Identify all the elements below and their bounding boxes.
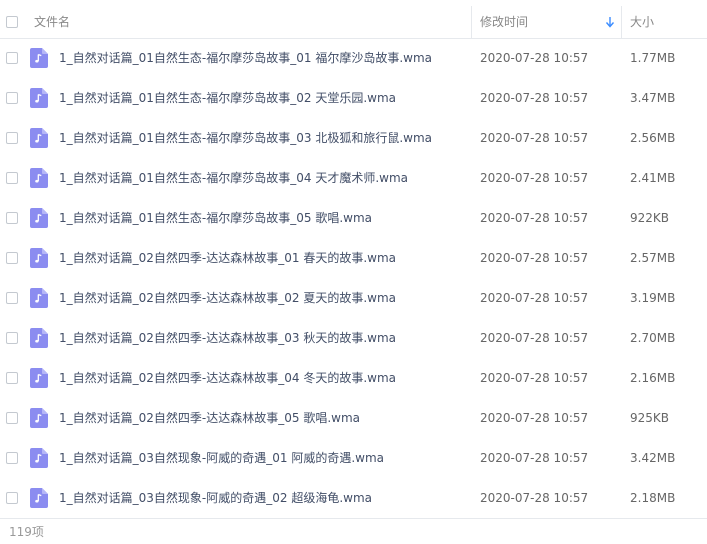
file-row[interactable]: 1_自然对话篇_03自然现象-阿威的奇遇_02 超级海龟.wma 2020-07…: [0, 478, 707, 518]
row-checkbox[interactable]: [6, 92, 18, 104]
file-modified-time: 2020-07-28 10:57: [480, 251, 589, 265]
file-size: 3.42MB: [630, 451, 676, 465]
select-all-checkbox[interactable]: [6, 16, 18, 28]
file-modified-time: 2020-07-28 10:57: [480, 331, 589, 345]
file-row[interactable]: 1_自然对话篇_01自然生态-福尔摩莎岛故事_04 天才魔术师.wma 2020…: [0, 158, 707, 198]
file-list: 文件名 修改时间 大小 1_自然对话篇_01自然生态-福尔摩莎岛故事_01 福尔…: [0, 0, 707, 544]
file-row[interactable]: 1_自然对话篇_02自然四季-达达森林故事_04 冬天的故事.wma 2020-…: [0, 358, 707, 398]
music-note-icon: [30, 88, 48, 108]
file-name[interactable]: 1_自然对话篇_01自然生态-福尔摩莎岛故事_03 北极狐和旅行鼠.wma: [59, 118, 432, 158]
file-row[interactable]: 1_自然对话篇_02自然四季-达达森林故事_03 秋天的故事.wma 2020-…: [0, 318, 707, 358]
file-name[interactable]: 1_自然对话篇_03自然现象-阿威的奇遇_02 超级海龟.wma: [59, 478, 372, 518]
file-name[interactable]: 1_自然对话篇_02自然四季-达达森林故事_03 秋天的故事.wma: [59, 318, 396, 358]
music-note-icon: [30, 328, 48, 348]
file-name[interactable]: 1_自然对话篇_01自然生态-福尔摩莎岛故事_04 天才魔术师.wma: [59, 158, 408, 198]
file-row[interactable]: 1_自然对话篇_02自然四季-达达森林故事_05 歌唱.wma 2020-07-…: [0, 398, 707, 438]
music-note-icon: [30, 408, 48, 428]
file-row[interactable]: 1_自然对话篇_03自然现象-阿威的奇遇_01 阿威的奇遇.wma 2020-0…: [0, 438, 707, 478]
row-checkbox[interactable]: [6, 252, 18, 264]
file-modified-time: 2020-07-28 10:57: [480, 131, 589, 145]
file-name[interactable]: 1_自然对话篇_02自然四季-达达森林故事_05 歌唱.wma: [59, 398, 360, 438]
file-size: 1.77MB: [630, 51, 676, 65]
file-row[interactable]: 1_自然对话篇_01自然生态-福尔摩莎岛故事_03 北极狐和旅行鼠.wma 20…: [0, 118, 707, 158]
file-modified-time: 2020-07-28 10:57: [480, 211, 589, 225]
music-note-icon: [30, 168, 48, 188]
file-size: 925KB: [630, 411, 670, 425]
music-note-icon: [30, 128, 48, 148]
footer-divider: [0, 518, 707, 519]
file-modified-time: 2020-07-28 10:57: [480, 51, 589, 65]
file-row[interactable]: 1_自然对话篇_01自然生态-福尔摩莎岛故事_01 福尔摩沙岛故事.wma 20…: [0, 38, 707, 78]
column-header-name[interactable]: 文件名: [34, 6, 70, 38]
column-header-modified-time[interactable]: 修改时间: [480, 6, 528, 38]
file-name[interactable]: 1_自然对话篇_01自然生态-福尔摩莎岛故事_02 天堂乐园.wma: [59, 78, 396, 118]
file-name[interactable]: 1_自然对话篇_02自然四季-达达森林故事_04 冬天的故事.wma: [59, 358, 396, 398]
row-checkbox[interactable]: [6, 132, 18, 144]
row-checkbox[interactable]: [6, 212, 18, 224]
row-checkbox[interactable]: [6, 332, 18, 344]
sort-down-arrow-icon[interactable]: [605, 16, 615, 28]
column-divider[interactable]: [471, 6, 472, 38]
file-size: 2.41MB: [630, 171, 676, 185]
file-row[interactable]: 1_自然对话篇_02自然四季-达达森林故事_02 夏天的故事.wma 2020-…: [0, 278, 707, 318]
file-modified-time: 2020-07-28 10:57: [480, 291, 589, 305]
file-row[interactable]: 1_自然对话篇_01自然生态-福尔摩莎岛故事_05 歌唱.wma 2020-07…: [0, 198, 707, 238]
file-modified-time: 2020-07-28 10:57: [480, 371, 589, 385]
row-checkbox[interactable]: [6, 452, 18, 464]
file-rows: 1_自然对话篇_01自然生态-福尔摩莎岛故事_01 福尔摩沙岛故事.wma 20…: [0, 38, 707, 518]
file-size: 2.56MB: [630, 131, 676, 145]
column-divider[interactable]: [621, 6, 622, 38]
list-header: 文件名 修改时间 大小: [0, 6, 707, 39]
music-note-icon: [30, 248, 48, 268]
file-row[interactable]: 1_自然对话篇_02自然四季-达达森林故事_01 春天的故事.wma 2020-…: [0, 238, 707, 278]
file-name[interactable]: 1_自然对话篇_02自然四季-达达森林故事_02 夏天的故事.wma: [59, 278, 396, 318]
music-note-icon: [30, 208, 48, 228]
file-size: 2.18MB: [630, 491, 676, 505]
music-note-icon: [30, 488, 48, 508]
file-modified-time: 2020-07-28 10:57: [480, 451, 589, 465]
file-name[interactable]: 1_自然对话篇_03自然现象-阿威的奇遇_01 阿威的奇遇.wma: [59, 438, 384, 478]
row-checkbox[interactable]: [6, 172, 18, 184]
row-checkbox[interactable]: [6, 492, 18, 504]
file-size: 2.16MB: [630, 371, 676, 385]
file-modified-time: 2020-07-28 10:57: [480, 91, 589, 105]
row-checkbox[interactable]: [6, 372, 18, 384]
file-modified-time: 2020-07-28 10:57: [480, 171, 589, 185]
file-modified-time: 2020-07-28 10:57: [480, 411, 589, 425]
file-name[interactable]: 1_自然对话篇_01自然生态-福尔摩莎岛故事_01 福尔摩沙岛故事.wma: [59, 38, 432, 78]
file-row[interactable]: 1_自然对话篇_01自然生态-福尔摩莎岛故事_02 天堂乐园.wma 2020-…: [0, 78, 707, 118]
row-checkbox[interactable]: [6, 412, 18, 424]
item-count: 119项: [9, 525, 44, 539]
column-header-size[interactable]: 大小: [630, 6, 654, 38]
file-modified-time: 2020-07-28 10:57: [480, 491, 589, 505]
file-name[interactable]: 1_自然对话篇_02自然四季-达达森林故事_01 春天的故事.wma: [59, 238, 396, 278]
music-note-icon: [30, 288, 48, 308]
row-checkbox[interactable]: [6, 292, 18, 304]
file-size: 922KB: [630, 211, 670, 225]
file-size: 3.19MB: [630, 291, 676, 305]
music-note-icon: [30, 48, 48, 68]
music-note-icon: [30, 448, 48, 468]
file-size: 2.57MB: [630, 251, 676, 265]
file-name[interactable]: 1_自然对话篇_01自然生态-福尔摩莎岛故事_05 歌唱.wma: [59, 198, 372, 238]
file-size: 2.70MB: [630, 331, 676, 345]
music-note-icon: [30, 368, 48, 388]
file-size: 3.47MB: [630, 91, 676, 105]
row-checkbox[interactable]: [6, 52, 18, 64]
